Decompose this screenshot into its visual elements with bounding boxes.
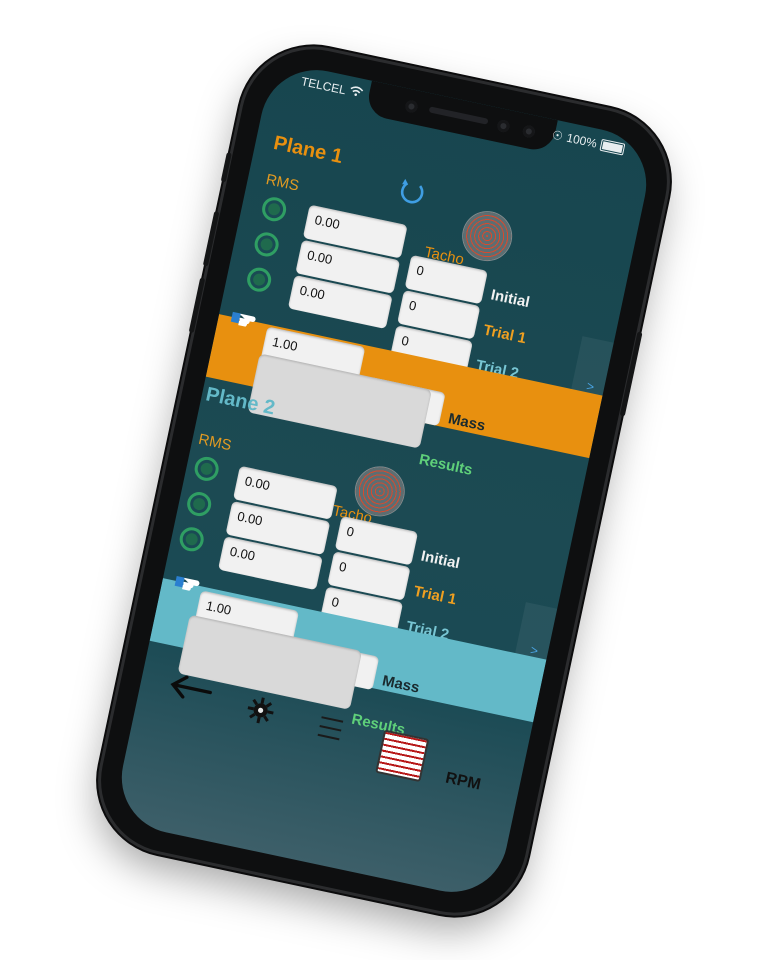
app-screen: TELCEL ☉ 100% Plane 1 RMS Tacho 0.00 0 I… — [111, 59, 657, 903]
battery-percent: 100% — [565, 130, 599, 151]
power-button — [619, 331, 643, 417]
row-label-initial: Initial — [419, 547, 462, 573]
results-label: Results — [417, 451, 475, 479]
gear-icon[interactable] — [242, 693, 279, 733]
stage: TELCEL ☉ 100% Plane 1 RMS Tacho 0.00 0 I… — [0, 0, 768, 960]
rms-radio-initial[interactable] — [259, 194, 289, 224]
status-right: ☉ 100% — [551, 128, 626, 157]
rms-radio-trial-2[interactable] — [244, 265, 274, 294]
rms-label: RMS — [264, 171, 301, 195]
refresh-icon[interactable] — [393, 175, 430, 215]
row-label-initial: Initial — [489, 286, 532, 312]
battery-icon — [599, 138, 626, 156]
rms-radio-trial-1[interactable] — [184, 489, 214, 519]
camera-icon — [521, 124, 536, 139]
mute-switch — [220, 152, 232, 183]
target-icon — [458, 207, 516, 265]
phone-frame: TELCEL ☉ 100% Plane 1 RMS Tacho 0.00 0 I… — [87, 36, 681, 926]
menu-icon[interactable] — [314, 714, 345, 748]
rms-label: RMS — [196, 430, 234, 455]
rms-radio-trial-1[interactable] — [252, 230, 281, 259]
volume-up-button — [202, 210, 220, 267]
plane-1-title: Plane 1 — [271, 131, 345, 169]
chart-icon[interactable] — [375, 729, 430, 783]
camera-icon — [404, 99, 419, 114]
rms-radio-initial[interactable] — [192, 454, 221, 484]
status-left: TELCEL — [300, 74, 365, 101]
row-label-trial-1: Trial 1 — [481, 321, 528, 348]
volume-down-button — [188, 277, 206, 334]
rpm-button[interactable]: RPM — [444, 769, 482, 794]
row-label-trial-1: Trial 1 — [411, 582, 458, 609]
notch — [364, 80, 558, 154]
speaker-grille — [428, 106, 489, 125]
location-icon: ☉ — [550, 127, 565, 144]
rms-radio-trial-2[interactable] — [177, 525, 206, 554]
sensor-icon — [496, 118, 511, 134]
wifi-icon — [348, 84, 365, 101]
carrier-name: TELCEL — [299, 74, 348, 98]
